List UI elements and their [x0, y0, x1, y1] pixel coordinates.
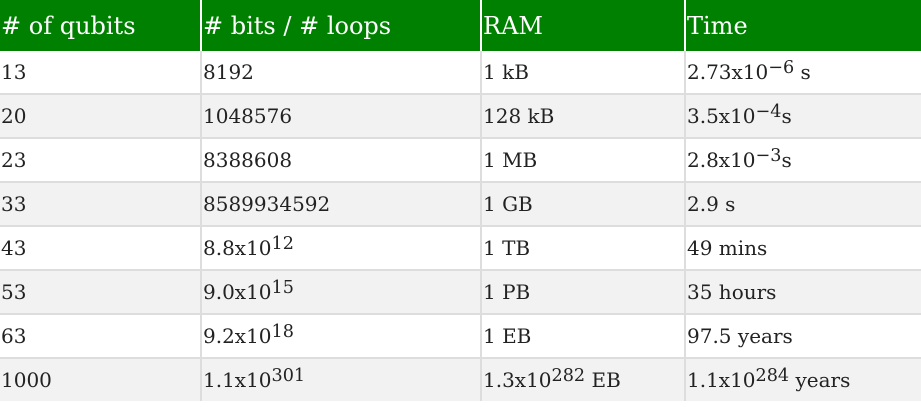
cell-time: 1.1x10284 years [685, 358, 921, 401]
table-row: 23 8388608 1 MB 2.8x10−3s [0, 138, 921, 183]
cell-ram: 1 GB [481, 182, 686, 227]
table-body: 13 8192 1 kB 2.73x10−6 s 20 1048576 128 kB 3.5x… [0, 51, 921, 401]
cell-bits-loops: 8.8x1012 [201, 226, 482, 271]
cell-bits-loops: 9.0x1015 [201, 270, 482, 315]
table-row: 53 9.0x1015 1 PB 35 hours [0, 270, 921, 315]
header-bits-loops: # bits / # loops [201, 0, 482, 51]
cell-ram: 1 TB [481, 226, 686, 271]
value-base: 8.8x10 [203, 236, 272, 260]
cell-time: 2.8x10−3s [685, 138, 921, 183]
value-unit: s [781, 148, 792, 172]
table-header: # of qubits # bits / # loops RAM Time [0, 0, 921, 51]
cell-bits-loops: 8192 [201, 51, 482, 95]
value-exponent: 284 [755, 365, 790, 386]
value-exponent: −3 [755, 145, 782, 166]
table-row: 43 8.8x1012 1 TB 49 mins [0, 226, 921, 271]
cell-qubits: 20 [0, 94, 202, 139]
header-qubits: # of qubits [0, 0, 202, 51]
cell-qubits: 33 [0, 182, 202, 227]
table-row: 33 8589934592 1 GB 2.9 s [0, 182, 921, 227]
value-base: 3.5x10 [687, 104, 756, 128]
cell-qubits: 53 [0, 270, 202, 315]
cell-time: 2.73x10−6 s [685, 51, 921, 95]
value-exponent: 15 [271, 277, 294, 298]
cell-time: 97.5 years [685, 314, 921, 359]
value-unit: EB [585, 368, 621, 392]
value-base: 1.3x10 [483, 368, 552, 392]
value-exponent: 282 [551, 365, 586, 386]
cell-qubits: 43 [0, 226, 202, 271]
value-base: 2.8x10 [687, 148, 756, 172]
value-unit: s [794, 60, 811, 84]
value-base: 9.0x10 [203, 280, 272, 304]
cell-bits-loops: 8388608 [201, 138, 482, 183]
value-exponent: 18 [271, 321, 294, 342]
cell-ram: 1 EB [481, 314, 686, 359]
value-exponent: 301 [271, 365, 306, 386]
cell-ram: 1 PB [481, 270, 686, 315]
cell-time: 49 mins [685, 226, 921, 271]
value-exponent: −4 [755, 101, 782, 122]
table-row: 13 8192 1 kB 2.73x10−6 s [0, 51, 921, 95]
cell-time: 2.9 s [685, 182, 921, 227]
header-time: Time [685, 0, 921, 51]
cell-qubits: 23 [0, 138, 202, 183]
qubit-resource-table: # of qubits # bits / # loops RAM Time 13… [0, 0, 921, 401]
table-row: 20 1048576 128 kB 3.5x10−4s [0, 94, 921, 139]
cell-ram: 128 kB [481, 94, 686, 139]
value-exponent: −6 [768, 57, 795, 78]
cell-bits-loops: 9.2x1018 [201, 314, 482, 359]
header-ram: RAM [481, 0, 686, 51]
cell-bits-loops: 8589934592 [201, 182, 482, 227]
value-base: 1.1x10 [687, 368, 756, 392]
cell-ram: 1.3x10282 EB [481, 358, 686, 401]
value-base: 2.73x10 [687, 60, 769, 84]
table-row: 63 9.2x1018 1 EB 97.5 years [0, 314, 921, 359]
value-base: 9.2x10 [203, 324, 272, 348]
value-base: 1.1x10 [203, 368, 272, 392]
cell-ram: 1 MB [481, 138, 686, 183]
cell-qubits: 13 [0, 51, 202, 95]
cell-bits-loops: 1.1x10301 [201, 358, 482, 401]
cell-bits-loops: 1048576 [201, 94, 482, 139]
value-exponent: 12 [271, 233, 294, 254]
cell-qubits: 1000 [0, 358, 202, 401]
header-row: # of qubits # bits / # loops RAM Time [0, 0, 921, 51]
cell-ram: 1 kB [481, 51, 686, 95]
cell-time: 3.5x10−4s [685, 94, 921, 139]
cell-qubits: 63 [0, 314, 202, 359]
table-row: 1000 1.1x10301 1.3x10282 EB 1.1x10284 years [0, 358, 921, 401]
value-unit: s [781, 104, 792, 128]
cell-time: 35 hours [685, 270, 921, 315]
value-unit: years [789, 368, 851, 392]
